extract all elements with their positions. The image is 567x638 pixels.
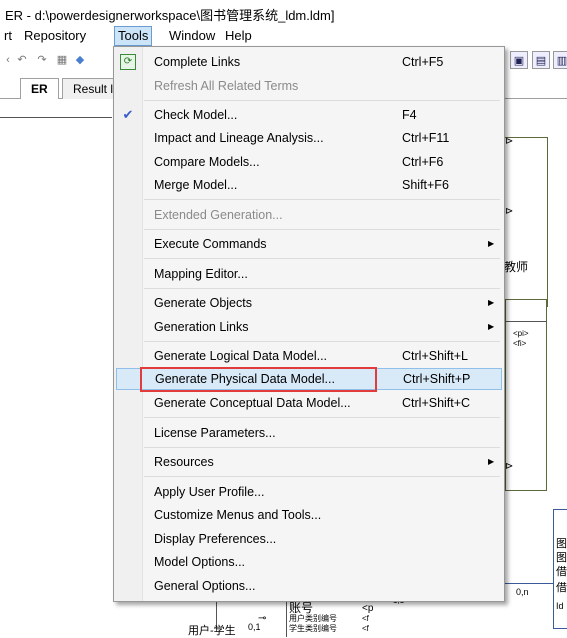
menu-separator: [144, 229, 500, 230]
submenu-arrow-icon: ▶: [488, 239, 495, 248]
menu-item-complete-links[interactable]: ⟳ Complete Links Ctrl+F5: [116, 51, 502, 73]
annotation-highlight-box: [140, 367, 377, 392]
menu-item-generate-ldm[interactable]: Generate Logical Data Model... Ctrl+Shif…: [116, 345, 502, 367]
window-title: ER - d:\powerdesignerworkspace\图书管理系统_ld…: [5, 8, 335, 23]
menu-item-generate-cdm[interactable]: Generate Conceptual Data Model... Ctrl+S…: [116, 392, 502, 414]
menu-item-compare-models[interactable]: Compare Models... Ctrl+F6: [116, 151, 502, 173]
menu-item-check-model[interactable]: ✔ Check Model... F4: [116, 104, 502, 126]
tools-dropdown-menu: ⟳ Complete Links Ctrl+F5 Refresh All Rel…: [113, 46, 505, 602]
menu-item-merge-model[interactable]: Merge Model... Shift+F6: [116, 174, 502, 196]
menu-separator: [144, 258, 500, 259]
pi-tag: <pi>: [513, 329, 529, 338]
menu-item-generate-objects[interactable]: Generate Objects ▶: [116, 292, 502, 314]
teacher-label: 教师: [504, 260, 529, 274]
menu-item-model-options[interactable]: Model Options...: [116, 551, 502, 573]
window-title-bar: ER - d:\powerdesignerworkspace\图书管理系统_ld…: [0, 0, 567, 26]
menu-separator: [144, 100, 500, 101]
menu-item-resources[interactable]: Resources ▶: [116, 451, 502, 473]
cardinality-0n: 0,n: [516, 587, 529, 597]
menu-item-display-preferences[interactable]: Display Preferences...: [116, 528, 502, 550]
redo-icon[interactable]: ↷: [34, 52, 50, 68]
diamond-icon[interactable]: ◆: [72, 52, 88, 68]
check-model-icon: ✔: [122, 107, 134, 122]
menu-separator: [144, 447, 500, 448]
menu-bar: rt Repository Tools Window Help: [0, 26, 567, 46]
menu-item-customize-menus[interactable]: Customize Menus and Tools...: [116, 504, 502, 526]
menu-separator: [144, 341, 500, 342]
undo-icon[interactable]: ↶: [14, 52, 30, 68]
submenu-arrow-icon: ▶: [488, 322, 495, 331]
menu-separator: [144, 476, 500, 477]
toolbar-button-1-icon[interactable]: ▣: [510, 51, 528, 69]
properties-icon[interactable]: ▦: [54, 52, 70, 68]
fi-tag: <fi>: [513, 339, 527, 348]
tab-er[interactable]: ER: [20, 78, 59, 99]
menu-repository[interactable]: Repository: [24, 26, 86, 46]
menu-separator: [144, 199, 500, 200]
complete-links-icon: ⟳: [120, 54, 136, 70]
toolbar-button-3-icon[interactable]: ▥: [553, 51, 567, 69]
submenu-arrow-icon: ▶: [488, 298, 495, 307]
menu-item-impact-lineage[interactable]: Impact and Lineage Analysis... Ctrl+F11: [116, 127, 502, 149]
menu-separator: [144, 417, 500, 418]
diagram-line: [0, 117, 112, 118]
menu-separator: [144, 288, 500, 289]
menu-item-execute-commands[interactable]: Execute Commands ▶: [116, 233, 502, 255]
menu-item-license-parameters[interactable]: License Parameters...: [116, 422, 502, 444]
menu-item-extended-generation[interactable]: Extended Generation...: [116, 204, 502, 226]
menu-item-generation-links[interactable]: Generation Links ▶: [116, 316, 502, 338]
menu-item-refresh-related-terms[interactable]: Refresh All Related Terms: [116, 75, 502, 97]
menu-item-apply-user-profile[interactable]: Apply User Profile...: [116, 481, 502, 503]
menu-window[interactable]: Window: [169, 26, 215, 46]
menu-report[interactable]: rt: [4, 26, 12, 46]
submenu-arrow-icon: ▶: [488, 457, 495, 466]
menu-item-general-options[interactable]: General Options...: [116, 575, 502, 597]
entity-box-top[interactable]: [500, 137, 548, 307]
menu-tools[interactable]: Tools: [114, 26, 153, 46]
toolbar-button-2-icon[interactable]: ▤: [532, 51, 550, 69]
relationship-label: 用户-学生: [188, 625, 236, 637]
menu-help[interactable]: Help: [225, 26, 252, 46]
menu-item-mapping-editor[interactable]: Mapping Editor...: [116, 263, 502, 285]
